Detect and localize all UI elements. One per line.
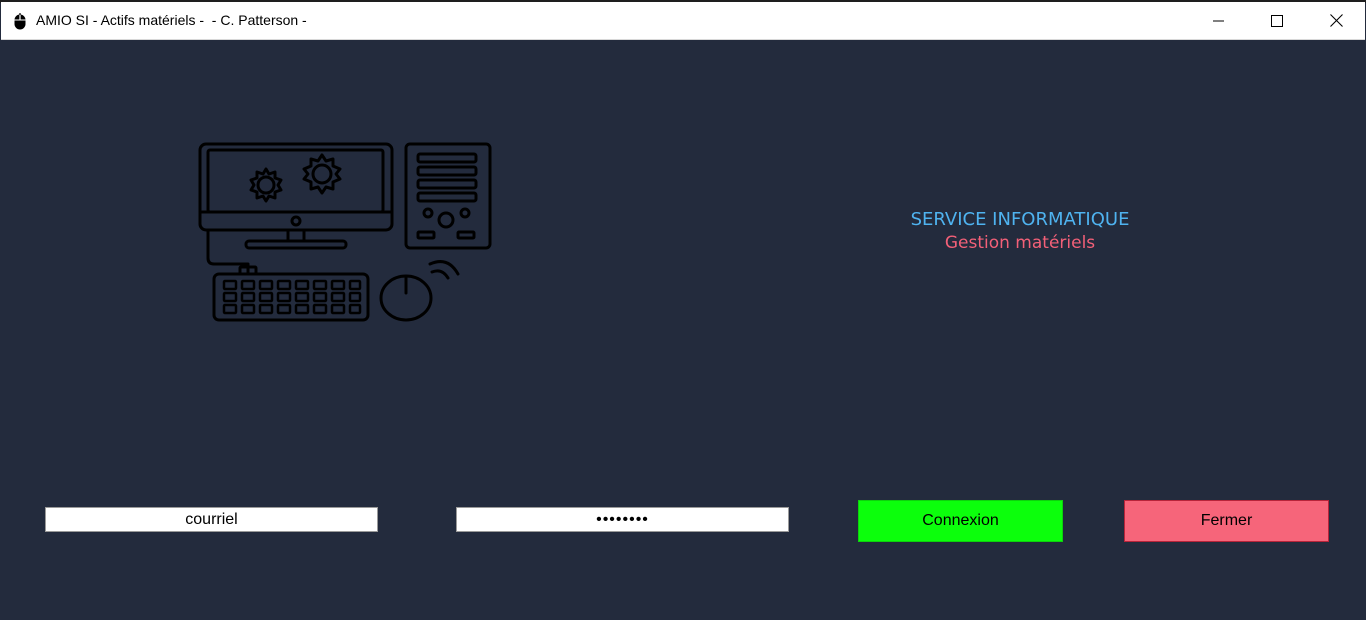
app-window: AMIO SI - Actifs matériels - - C. Patter… bbox=[0, 0, 1366, 620]
heading-subtitle: Gestion matériels bbox=[944, 233, 1096, 253]
minimize-icon bbox=[1213, 20, 1224, 21]
mouse-icon bbox=[14, 13, 26, 30]
window-title: AMIO SI - Actifs matériels - - C. Patter… bbox=[36, 12, 307, 28]
maximize-button[interactable] bbox=[1254, 2, 1300, 39]
maximize-icon bbox=[1271, 14, 1283, 27]
close-button[interactable]: Fermer bbox=[1124, 500, 1329, 542]
computer-settings-icon bbox=[198, 142, 492, 322]
heading-title: SERVICE INFORMATIQUE bbox=[910, 209, 1130, 230]
close-icon bbox=[1329, 14, 1343, 27]
password-field[interactable] bbox=[456, 507, 789, 532]
email-field[interactable] bbox=[45, 507, 378, 532]
connect-button[interactable]: Connexion bbox=[858, 500, 1063, 542]
service-heading: SERVICE INFORMATIQUE Gestion matériels bbox=[820, 208, 1220, 255]
title-bar[interactable]: AMIO SI - Actifs matériels - - C. Patter… bbox=[1, 2, 1365, 40]
minimize-button[interactable] bbox=[1196, 2, 1242, 39]
close-window-button[interactable] bbox=[1313, 2, 1359, 39]
